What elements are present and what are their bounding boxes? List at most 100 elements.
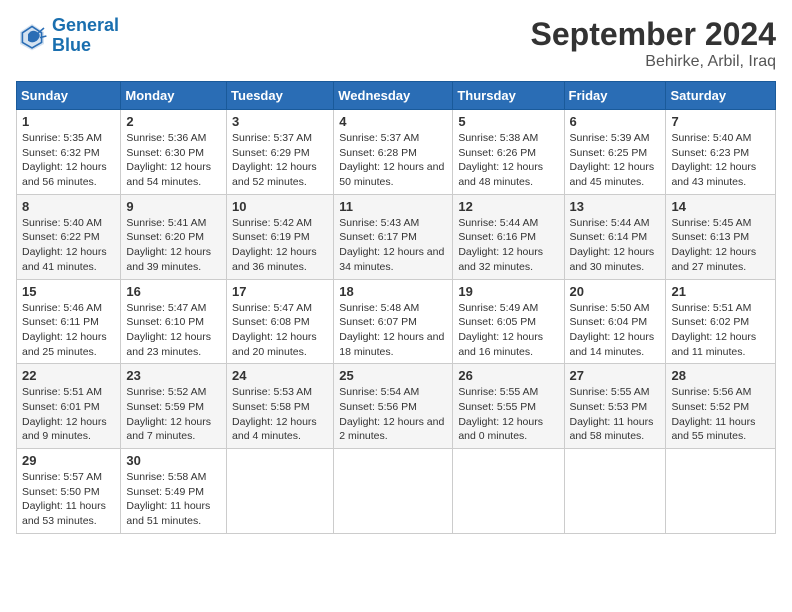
header-tuesday: Tuesday: [227, 82, 334, 110]
day-number: 1: [22, 114, 115, 129]
table-row: 13 Sunrise: 5:44 AMSunset: 6:14 PMDayligh…: [564, 194, 666, 279]
day-info: Sunrise: 5:41 AMSunset: 6:20 PMDaylight:…: [126, 216, 221, 275]
day-number: 29: [22, 453, 115, 468]
table-row: 11Sunrise: 5:43 AMSunset: 6:17 PMDayligh…: [334, 194, 453, 279]
table-row: 2 Sunrise: 5:36 AMSunset: 6:30 PMDaylight…: [121, 110, 227, 195]
day-number: 8: [22, 199, 115, 214]
table-row: 19Sunrise: 5:49 AMSunset: 6:05 PMDayligh…: [453, 279, 564, 364]
table-row: 22 Sunrise: 5:51 AMSunset: 6:01 PMDayligh…: [17, 364, 121, 449]
table-row: [227, 449, 334, 534]
calendar-week-5: 29 Sunrise: 5:57 AMSunset: 5:50 PMDayligh…: [17, 449, 776, 534]
day-number: 13: [570, 199, 661, 214]
table-row: 20 Sunrise: 5:50 AMSunset: 6:04 PMDayligh…: [564, 279, 666, 364]
day-number: 19: [458, 284, 558, 299]
day-number: 2: [126, 114, 221, 129]
table-row: 3 Sunrise: 5:37 AMSunset: 6:29 PMDaylight…: [227, 110, 334, 195]
table-row: 18 Sunrise: 5:48 AMSunset: 6:07 PMDayligh…: [334, 279, 453, 364]
logo-line1: General: [52, 15, 119, 35]
day-number: 26: [458, 368, 558, 383]
day-info: Sunrise: 5:55 AMSunset: 5:53 PMDaylight:…: [570, 385, 661, 444]
day-info: Sunrise: 5:51 AMSunset: 6:01 PMDaylight:…: [22, 385, 115, 444]
table-row: 8Sunrise: 5:40 AMSunset: 6:22 PMDaylight…: [17, 194, 121, 279]
day-number: 25: [339, 368, 447, 383]
table-row: 23 Sunrise: 5:52 AMSunset: 5:59 PMDayligh…: [121, 364, 227, 449]
day-info: Sunrise: 5:48 AMSunset: 6:07 PMDaylight:…: [339, 301, 447, 360]
header-saturday: Saturday: [666, 82, 776, 110]
day-number: 15: [22, 284, 115, 299]
day-number: 30: [126, 453, 221, 468]
calendar-week-4: 22 Sunrise: 5:51 AMSunset: 6:01 PMDayligh…: [17, 364, 776, 449]
table-row: 4 Sunrise: 5:37 AMSunset: 6:28 PMDaylight…: [334, 110, 453, 195]
day-info: Sunrise: 5:45 AMSunset: 6:13 PMDaylight:…: [671, 216, 770, 275]
table-row: 15 Sunrise: 5:46 AMSunset: 6:11 PMDayligh…: [17, 279, 121, 364]
table-row: 9 Sunrise: 5:41 AMSunset: 6:20 PMDaylight…: [121, 194, 227, 279]
day-number: 10: [232, 199, 328, 214]
table-row: 1Sunrise: 5:35 AMSunset: 6:32 PMDaylight…: [17, 110, 121, 195]
day-info: Sunrise: 5:37 AMSunset: 6:29 PMDaylight:…: [232, 131, 328, 190]
header-wednesday: Wednesday: [334, 82, 453, 110]
table-row: 14 Sunrise: 5:45 AMSunset: 6:13 PMDayligh…: [666, 194, 776, 279]
table-row: 25Sunrise: 5:54 AMSunset: 5:56 PMDayligh…: [334, 364, 453, 449]
table-row: [666, 449, 776, 534]
table-row: 27 Sunrise: 5:55 AMSunset: 5:53 PMDayligh…: [564, 364, 666, 449]
table-row: 26Sunrise: 5:55 AMSunset: 5:55 PMDayligh…: [453, 364, 564, 449]
table-row: 30Sunrise: 5:58 AMSunset: 5:49 PMDayligh…: [121, 449, 227, 534]
day-number: 16: [126, 284, 221, 299]
header-friday: Friday: [564, 82, 666, 110]
day-number: 23: [126, 368, 221, 383]
logo: General Blue: [16, 16, 119, 56]
day-info: Sunrise: 5:38 AMSunset: 6:26 PMDaylight:…: [458, 131, 558, 190]
day-number: 21: [671, 284, 770, 299]
table-row: 7 Sunrise: 5:40 AMSunset: 6:23 PMDaylight…: [666, 110, 776, 195]
table-row: 10 Sunrise: 5:42 AMSunset: 6:19 PMDayligh…: [227, 194, 334, 279]
day-number: 6: [570, 114, 661, 129]
day-info: Sunrise: 5:47 AMSunset: 6:08 PMDaylight:…: [232, 301, 328, 360]
day-number: 5: [458, 114, 558, 129]
day-number: 27: [570, 368, 661, 383]
day-info: Sunrise: 5:37 AMSunset: 6:28 PMDaylight:…: [339, 131, 447, 190]
table-row: 21 Sunrise: 5:51 AMSunset: 6:02 PMDayligh…: [666, 279, 776, 364]
day-number: 3: [232, 114, 328, 129]
table-row: [564, 449, 666, 534]
calendar-week-2: 8Sunrise: 5:40 AMSunset: 6:22 PMDaylight…: [17, 194, 776, 279]
table-row: 5 Sunrise: 5:38 AMSunset: 6:26 PMDaylight…: [453, 110, 564, 195]
table-row: [334, 449, 453, 534]
day-info: Sunrise: 5:44 AMSunset: 6:14 PMDaylight:…: [570, 216, 661, 275]
month-title: September 2024: [531, 16, 776, 53]
title-section: September 2024 Behirke, Arbil, Iraq: [531, 16, 776, 71]
day-info: Sunrise: 5:50 AMSunset: 6:04 PMDaylight:…: [570, 301, 661, 360]
day-info: Sunrise: 5:53 AMSunset: 5:58 PMDaylight:…: [232, 385, 328, 444]
logo-icon: [16, 20, 48, 52]
table-row: [453, 449, 564, 534]
day-info: Sunrise: 5:39 AMSunset: 6:25 PMDaylight:…: [570, 131, 661, 190]
calendar-table: Sunday Monday Tuesday Wednesday Thursday…: [16, 81, 776, 534]
day-info: Sunrise: 5:40 AMSunset: 6:23 PMDaylight:…: [671, 131, 770, 190]
day-number: 11: [339, 199, 447, 214]
header-thursday: Thursday: [453, 82, 564, 110]
day-info: Sunrise: 5:56 AMSunset: 5:52 PMDaylight:…: [671, 385, 770, 444]
day-number: 20: [570, 284, 661, 299]
day-info: Sunrise: 5:52 AMSunset: 5:59 PMDaylight:…: [126, 385, 221, 444]
day-info: Sunrise: 5:42 AMSunset: 6:19 PMDaylight:…: [232, 216, 328, 275]
day-info: Sunrise: 5:36 AMSunset: 6:30 PMDaylight:…: [126, 131, 221, 190]
header-row: Sunday Monday Tuesday Wednesday Thursday…: [17, 82, 776, 110]
day-info: Sunrise: 5:57 AMSunset: 5:50 PMDaylight:…: [22, 470, 115, 529]
location-title: Behirke, Arbil, Iraq: [531, 53, 776, 71]
day-info: Sunrise: 5:51 AMSunset: 6:02 PMDaylight:…: [671, 301, 770, 360]
day-number: 4: [339, 114, 447, 129]
day-number: 18: [339, 284, 447, 299]
day-info: Sunrise: 5:46 AMSunset: 6:11 PMDaylight:…: [22, 301, 115, 360]
header-monday: Monday: [121, 82, 227, 110]
table-row: 28 Sunrise: 5:56 AMSunset: 5:52 PMDayligh…: [666, 364, 776, 449]
day-number: 28: [671, 368, 770, 383]
day-number: 9: [126, 199, 221, 214]
day-number: 7: [671, 114, 770, 129]
day-number: 14: [671, 199, 770, 214]
calendar-week-3: 15 Sunrise: 5:46 AMSunset: 6:11 PMDayligh…: [17, 279, 776, 364]
calendar-week-1: 1Sunrise: 5:35 AMSunset: 6:32 PMDaylight…: [17, 110, 776, 195]
logo-text: General Blue: [52, 16, 119, 56]
table-row: 16Sunrise: 5:47 AMSunset: 6:10 PMDayligh…: [121, 279, 227, 364]
table-row: 24 Sunrise: 5:53 AMSunset: 5:58 PMDayligh…: [227, 364, 334, 449]
day-number: 24: [232, 368, 328, 383]
day-number: 22: [22, 368, 115, 383]
